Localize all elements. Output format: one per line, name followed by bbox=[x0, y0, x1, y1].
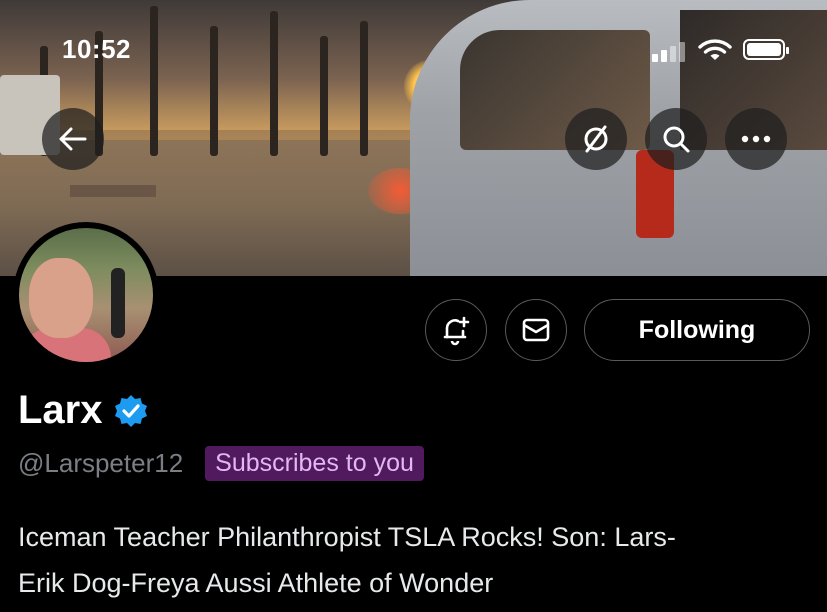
profile-name-row: Larx bbox=[18, 388, 149, 433]
bell-plus-icon bbox=[443, 316, 470, 346]
message-button[interactable] bbox=[505, 299, 567, 361]
banner-palm bbox=[320, 36, 328, 156]
bio-line: Iceman Teacher Philanthropist TSLA Rocks… bbox=[18, 522, 676, 552]
status-icons bbox=[650, 38, 790, 62]
avatar-face bbox=[29, 258, 93, 338]
profile-bio: Iceman Teacher Philanthropist TSLA Rocks… bbox=[18, 514, 818, 606]
search-button[interactable] bbox=[645, 108, 707, 170]
profile-name: Larx bbox=[18, 388, 103, 432]
envelope-icon bbox=[522, 318, 550, 342]
verified-badge-icon[interactable] bbox=[113, 393, 149, 429]
banner-palm bbox=[270, 11, 278, 156]
more-horizontal-icon bbox=[741, 135, 771, 143]
more-button[interactable] bbox=[725, 108, 787, 170]
profile-handle: @Larspeter12 bbox=[18, 448, 184, 478]
banner-picnic-table bbox=[70, 185, 156, 197]
battery-icon bbox=[743, 39, 789, 60]
signal-icon bbox=[652, 54, 658, 62]
avatar-background-person bbox=[111, 268, 125, 338]
banner-palm bbox=[210, 26, 218, 156]
arrow-left-icon bbox=[59, 127, 87, 151]
status-time: 10:52 bbox=[62, 34, 131, 64]
wifi-icon bbox=[698, 39, 732, 60]
signal-icon bbox=[679, 42, 685, 62]
back-button[interactable] bbox=[42, 108, 104, 170]
search-icon bbox=[663, 126, 690, 153]
notifications-button[interactable] bbox=[425, 299, 487, 361]
avatar-photo bbox=[19, 228, 153, 362]
profile-avatar[interactable] bbox=[13, 222, 159, 368]
following-button[interactable]: Following bbox=[584, 299, 810, 361]
banner-palm bbox=[360, 21, 368, 156]
grok-button[interactable] bbox=[565, 108, 627, 170]
signal-icon bbox=[661, 50, 667, 62]
profile-handle-row: @Larspeter12 Subscribes to you bbox=[18, 446, 424, 481]
bio-line: Erik Dog-Freya Aussi Athlete of Wonder bbox=[18, 568, 494, 598]
banner-palm bbox=[150, 6, 158, 156]
signal-icon bbox=[670, 46, 676, 62]
subscribes-badge: Subscribes to you bbox=[205, 446, 424, 481]
slashed-circle-icon bbox=[584, 125, 608, 153]
